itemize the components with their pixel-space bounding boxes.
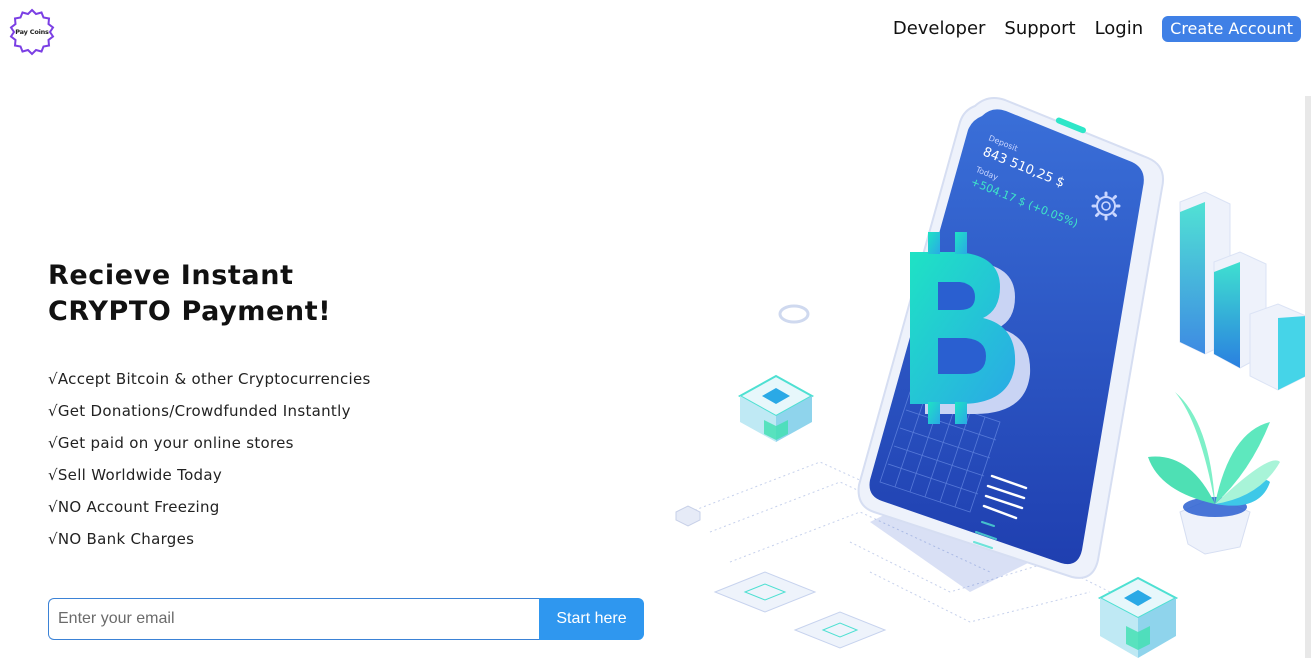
bar-chart-icon <box>1179 191 1307 391</box>
hero-illustration: Deposit 843 510,25 $ Today +504.17 $ (+0… <box>670 92 1311 658</box>
floor-pad-icon <box>793 611 887 649</box>
ring-icon <box>778 304 810 324</box>
start-here-button[interactable]: Start here <box>539 598 644 640</box>
brand-logo[interactable]: Pay Coins <box>8 8 56 56</box>
feature-item: √NO Bank Charges <box>48 530 195 548</box>
brand-name: Pay Coins <box>15 28 49 36</box>
feature-item: √Get Donations/Crowdfunded Instantly <box>48 402 351 420</box>
feature-item: √NO Account Freezing <box>48 498 220 516</box>
chip-icon <box>737 374 815 442</box>
hero-title: Recieve Instant CRYPTO Payment! <box>48 258 331 330</box>
feature-item: √Get paid on your online stores <box>48 434 294 452</box>
feature-list: √Accept Bitcoin & other Cryptocurrencies… <box>48 363 371 555</box>
feature-item: √Accept Bitcoin & other Cryptocurrencies <box>48 370 371 388</box>
cube-icon <box>675 505 701 527</box>
crypto-phone-illustration: Deposit 843 510,25 $ Today +504.17 $ (+0… <box>675 97 1307 658</box>
email-input[interactable] <box>48 598 539 640</box>
nav-login[interactable]: Login <box>1095 17 1144 41</box>
chip-icon <box>1097 576 1179 658</box>
top-nav: Developer Support Login Create Account <box>893 16 1301 42</box>
plant-icon <box>1148 392 1280 555</box>
hero-title-line1: Recieve Instant <box>48 260 294 291</box>
hero-title-line2: CRYPTO Payment! <box>48 296 332 327</box>
feature-item: √Sell Worldwide Today <box>48 466 223 484</box>
page-scrollbar[interactable] <box>1305 96 1311 658</box>
email-signup-form: Start here <box>48 598 644 640</box>
floor-pad-icon <box>713 571 817 613</box>
nav-developer[interactable]: Developer <box>893 17 986 41</box>
nav-support[interactable]: Support <box>1004 17 1075 41</box>
create-account-button[interactable]: Create Account <box>1162 16 1301 42</box>
